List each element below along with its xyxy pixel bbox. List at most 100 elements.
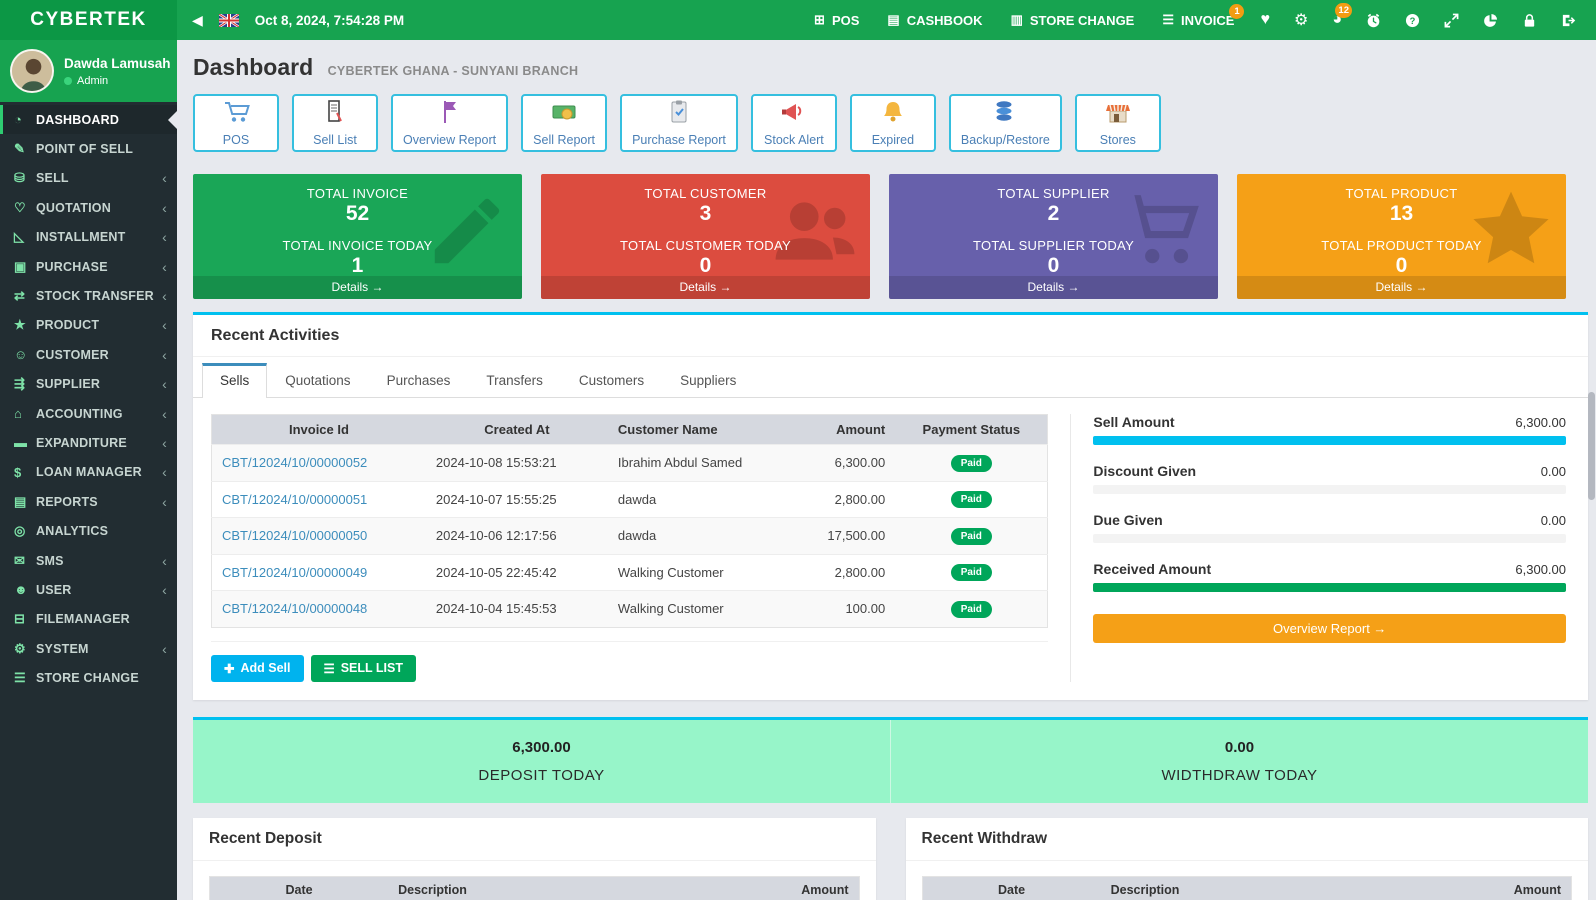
summary-head: Discount Given0.00 (1093, 463, 1566, 479)
sidebar-toggle-icon[interactable]: ◀ (192, 12, 203, 29)
scrollbar-thumb[interactable] (1588, 392, 1595, 500)
invoice-link[interactable]: CBT/12024/10/00000051 (222, 492, 367, 507)
language-flag-icon[interactable] (219, 14, 239, 27)
tab-customers[interactable]: Customers (561, 363, 662, 397)
fullscreen-icon[interactable] (1444, 13, 1459, 28)
sidebar-item-expanditure[interactable]: ▬EXPANDITURE‹ (0, 428, 177, 457)
topbar-menu-invoice[interactable]: ☰INVOICE1 (1162, 12, 1234, 28)
details-link[interactable]: Details → (193, 276, 522, 299)
stat-card-total-supplier: TOTAL SUPPLIER2TOTAL SUPPLIER TODAY0Deta… (889, 174, 1218, 299)
tab-purchases[interactable]: Purchases (369, 363, 469, 397)
sidebar-item-product[interactable]: ★PRODUCT‹ (0, 311, 177, 340)
sell-report-icon (550, 99, 578, 130)
sidebar-item-accounting[interactable]: ⌂ACCOUNTING‹ (0, 399, 177, 428)
column-header-invoice-id: Invoice Id (212, 415, 426, 445)
quick-action-label: Sell Report (533, 133, 595, 147)
table-row: CBT/12024/10/000000492024-10-05 22:45:42… (212, 554, 1048, 591)
sidebar-item-sell[interactable]: ⛁SELL‹ (0, 164, 177, 193)
paid-badge: Paid (951, 564, 992, 581)
invoice-link[interactable]: CBT/12024/10/00000049 (222, 565, 367, 580)
sidebar-item-filemanager[interactable]: ⊟FILEMANAGER (0, 605, 177, 634)
details-link[interactable]: Details → (541, 276, 870, 299)
quick-action-sell-list[interactable]: Sell List (292, 94, 378, 152)
invoice-id-cell: CBT/12024/10/00000048 (212, 591, 426, 628)
logout-icon[interactable] (1561, 13, 1576, 28)
quick-action-expired[interactable]: Expired (850, 94, 936, 152)
stat-card-title: TOTAL SUPPLIER (889, 186, 1218, 201)
tab-suppliers[interactable]: Suppliers (662, 363, 754, 397)
sidebar-item-label: EXPANDITURE (36, 436, 127, 450)
sidebar-item-system[interactable]: ⚙SYSTEM‹ (0, 634, 177, 663)
topbar-menu-store-change[interactable]: ▥STORE CHANGE (1011, 12, 1135, 28)
pie-chart-icon[interactable] (1483, 13, 1498, 28)
quick-action-purchase-report[interactable]: Purchase Report (620, 94, 738, 152)
sidebar-item-analytics[interactable]: ◎ANALYTICS (0, 516, 177, 545)
sidebar-item-point-of-sell[interactable]: ✎POINT OF SELL (0, 134, 177, 163)
user-panel: Dawda Lamusah Admin (0, 40, 177, 102)
sidebar-item-installment[interactable]: ◺INSTALLMENT‹ (0, 223, 177, 252)
alarm-icon[interactable] (1366, 13, 1381, 28)
plus-icon: ✚ (224, 661, 234, 676)
payment-status-cell: Paid (895, 481, 1048, 518)
details-link[interactable]: Details → (1237, 276, 1566, 299)
quick-action-sell-report[interactable]: Sell Report (521, 94, 607, 152)
quick-action-pos[interactable]: POS (193, 94, 279, 152)
sidebar-item-customer[interactable]: ☺CUSTOMER‹ (0, 340, 177, 369)
invoice-link[interactable]: CBT/12024/10/00000048 (222, 601, 367, 616)
sidebar-item-quotation[interactable]: ♡QUOTATION‹ (0, 193, 177, 222)
sidebar-item-sms[interactable]: ✉SMS‹ (0, 546, 177, 575)
quick-action-label: Stores (1100, 133, 1136, 147)
tab-transfers[interactable]: Transfers (468, 363, 561, 397)
stat-card-title: TOTAL CUSTOMER (541, 186, 870, 201)
sidebar-item-loan-manager[interactable]: $LOAN MANAGER‹ (0, 458, 177, 487)
invoice-link[interactable]: CBT/12024/10/00000050 (222, 528, 367, 543)
store-change-icon: ▥ (1011, 12, 1023, 28)
customer-icon: ☺ (14, 347, 36, 362)
stat-card-today-value: 0 (1237, 254, 1566, 278)
topbar-menu-pos[interactable]: ⊞POS (814, 12, 859, 28)
heart-icon[interactable]: ♥ (1260, 11, 1270, 29)
details-link[interactable]: Details → (889, 276, 1218, 299)
tab-sells[interactable]: Sells (202, 363, 267, 398)
summary-label: Due Given (1093, 512, 1162, 528)
sidebar-item-reports[interactable]: ▤REPORTS‹ (0, 487, 177, 516)
overview-report-button[interactable]: Overview Report → (1093, 614, 1566, 643)
lock-icon[interactable] (1522, 13, 1537, 28)
invoice-link[interactable]: CBT/12024/10/00000052 (222, 455, 367, 470)
sells-table-area: Invoice IdCreated AtCustomer NameAmountP… (211, 414, 1071, 682)
sidebar-item-supplier[interactable]: ⇶SUPPLIER‹ (0, 370, 177, 399)
bottom-row: Recent Deposit DateDescriptionAmount Rec… (193, 818, 1588, 900)
quick-action-label: Expired (872, 133, 914, 147)
column-header-description: Description (388, 876, 680, 900)
quick-action-label: Stock Alert (764, 133, 824, 147)
summary-value: 6,300.00 (1515, 415, 1566, 430)
notifications-icon[interactable]: ◕12 (1332, 11, 1342, 29)
sidebar-item-dashboard[interactable]: ◔DASHBOARD (0, 105, 177, 134)
quick-action-stock-alert[interactable]: Stock Alert (751, 94, 837, 152)
stat-card-today-label: TOTAL CUSTOMER TODAY (541, 238, 870, 253)
sidebar-item-purchase[interactable]: ▣PURCHASE‹ (0, 252, 177, 281)
topbar-menu-cashbook[interactable]: ▤CASHBOOK (887, 12, 982, 28)
recent-withdraw-card: Recent Withdraw DateDescriptionAmount (906, 818, 1589, 900)
summary-value: 0.00 (1541, 464, 1566, 479)
list-icon: ☰ (324, 661, 335, 676)
column-header-amount: Amount (1393, 876, 1572, 900)
withdraw-today-label: WIDTHDRAW TODAY (1161, 767, 1317, 784)
chevron-left-icon: ‹ (162, 200, 167, 216)
quick-action-stores[interactable]: Stores (1075, 94, 1161, 152)
quick-action-label: Backup/Restore (961, 133, 1050, 147)
sell-list-button[interactable]: ☰SELL LIST (311, 655, 417, 682)
sidebar-item-stock-transfer[interactable]: ⇄STOCK TRANSFER‹ (0, 281, 177, 310)
gear-icon[interactable]: ⚙ (1294, 10, 1308, 30)
paid-badge: Paid (951, 491, 992, 508)
tab-quotations[interactable]: Quotations (267, 363, 368, 397)
invoice-icon: ☰ (1162, 12, 1174, 28)
add-sell-button[interactable]: ✚Add Sell (211, 655, 304, 682)
summary-received-amount: Received Amount6,300.00 (1093, 561, 1566, 592)
quick-action-backup-restore[interactable]: Backup/Restore (949, 94, 1062, 152)
help-icon[interactable]: ? (1405, 13, 1420, 28)
sidebar-item-user[interactable]: ☻USER‹ (0, 575, 177, 604)
quick-action-overview-report[interactable]: Overview Report (391, 94, 508, 152)
stat-card-today-value: 1 (193, 254, 522, 278)
sidebar-item-store-change[interactable]: ☰STORE CHANGE (0, 663, 177, 692)
